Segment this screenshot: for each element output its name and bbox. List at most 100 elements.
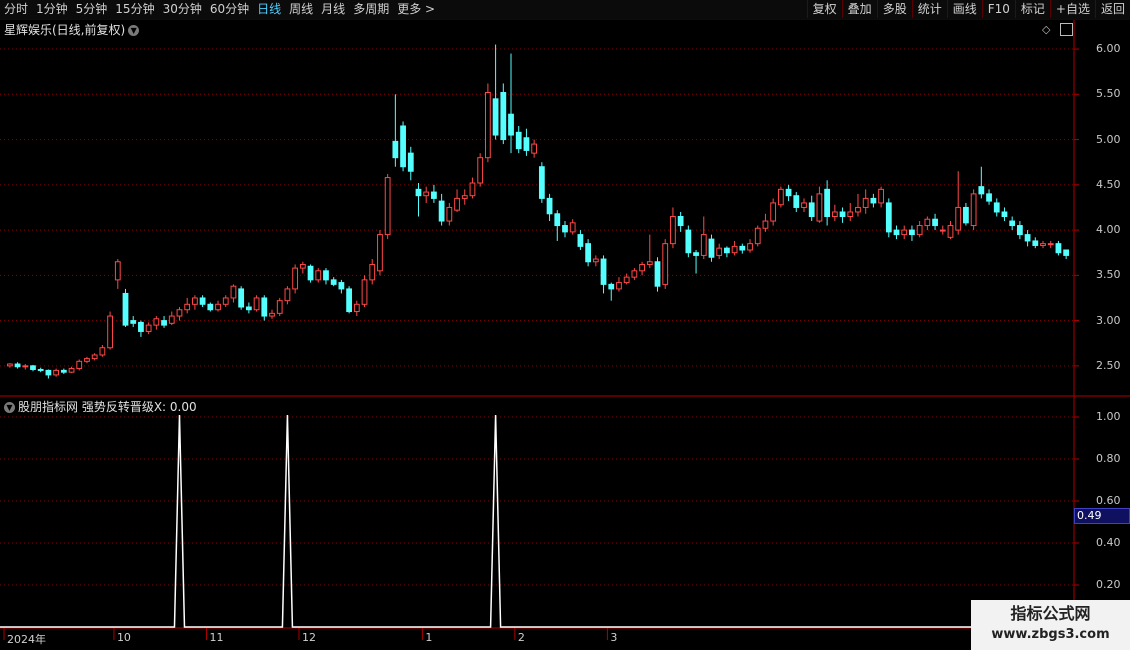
candle-down [130,320,137,324]
date-axis-label: 1 [425,631,433,644]
candle-up [484,91,491,159]
candle-down [438,200,445,222]
indicator-line [0,414,1073,628]
candle-up [145,324,152,332]
price-axis-label: 3.00 [1096,313,1121,327]
candle-up [1040,243,1046,246]
candle-up [284,288,291,302]
candle-down [245,306,252,311]
candle-down [793,195,800,208]
candle-up [670,216,676,245]
price-axis-label: 5.00 [1096,132,1121,146]
candle-up [970,193,977,227]
candle-up [446,206,453,222]
date-axis-label: 10 [116,631,131,644]
candle-down [685,229,692,254]
candle-up [222,297,229,305]
candle-up [91,354,98,360]
candle-up [955,206,962,231]
candle-down [346,288,352,313]
candle-down [515,131,522,150]
candle-up [569,222,576,233]
candle-down [963,206,969,224]
candle-up [292,267,299,290]
candle-up [53,369,60,376]
candle-down [407,152,414,172]
indicator-current-value: 0.49 [1074,508,1130,524]
candle-up [153,318,160,326]
candle-up [269,312,275,317]
candle-down [238,288,245,308]
candle-up [353,303,360,313]
candle-up [916,225,923,236]
candle-up [253,297,260,311]
candle-down [392,140,399,159]
candle-up [616,282,622,290]
candle-down [885,202,892,233]
candle-down [45,369,52,376]
candle-up [878,188,884,204]
candle-down [909,229,915,236]
candle-up [454,197,460,211]
candle-down [677,216,684,227]
candle-up [847,211,854,218]
candle-up [855,206,861,213]
candle-down [932,218,938,227]
candle-up [592,258,599,263]
date-axis-label: 12 [301,631,316,644]
candle-up [762,220,769,229]
candle-down [993,202,1000,213]
candle-down [30,365,36,370]
watermark-url: www.zbgs3.com [991,627,1110,642]
candle-up [754,227,761,245]
price-axis-label: 2.50 [1096,358,1121,372]
candle-down [577,234,584,247]
candle-up [99,347,106,356]
candle-up [747,243,753,251]
candle-up [939,229,946,232]
candle-down [870,197,877,204]
candle-down [37,368,44,371]
candle-down [654,261,661,287]
candle-down [307,265,314,281]
candle-up [215,303,221,311]
indicator-axis-label: 0.40 [1096,536,1121,549]
candle-down [207,303,214,311]
candle-up [6,363,13,367]
candle-down [562,225,568,233]
watermark: 指标公式网 www.zbgs3.com [971,600,1130,650]
price-axis-label: 3.50 [1096,268,1121,282]
price-axis-label: 4.00 [1096,223,1121,237]
candle-up [315,270,322,281]
candle-down [60,369,67,373]
candle-up [646,261,653,265]
candle-up [924,218,931,227]
candle-up [700,234,707,256]
candle-up [831,211,838,218]
candle-down [161,320,167,326]
candle-down [893,229,900,236]
candle-down [978,186,985,195]
candle-down [323,270,329,281]
watermark-title: 指标公式网 [1010,604,1091,623]
candle-up [76,360,83,370]
candle-up [68,368,75,373]
candle-down [338,282,345,290]
candle-down [138,321,144,332]
indicator-axis-label: 1.00 [1096,410,1121,423]
candle-up [377,234,383,272]
candle-up [192,297,198,305]
date-axis-label: 2 [517,631,525,644]
candle-up [184,303,191,311]
date-axis-label: 2024年 [7,633,46,646]
candle-down [839,211,846,218]
candle-up [731,245,738,254]
candle-up [862,197,869,208]
candle-down [400,125,406,168]
indicator-axis-label: 0.20 [1096,578,1121,591]
candle-up [947,225,954,238]
candle-up [107,315,113,349]
candle-up [369,263,376,281]
candle-down [1016,225,1023,236]
candle-up [423,191,430,197]
